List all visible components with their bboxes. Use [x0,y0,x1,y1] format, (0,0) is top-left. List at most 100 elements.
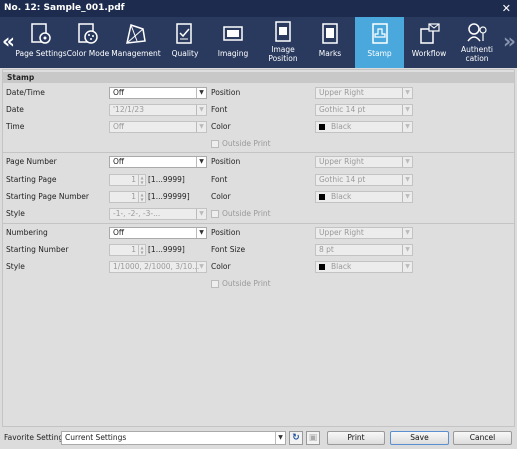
starting-page-stepper[interactable]: 1 ▲ ▼ [109,174,146,186]
chevron-down-icon: ▼ [402,262,412,272]
page-number-select[interactable]: Off ▼ [109,156,207,168]
save-disk-icon[interactable]: ▣ [306,431,320,445]
chevron-down-icon: ▼ [402,157,412,167]
datetime-font-label: Font [211,105,228,114]
chevron-down-icon: ▼ [196,209,206,219]
tab-workflow[interactable]: Workflow [406,17,452,68]
starting-number-range: [1...9999] [148,245,185,254]
chevron-down-icon: ▼ [402,122,412,132]
page-settings-icon [31,23,51,44]
favorite-setting-label: Favorite Setting [4,433,64,442]
numbering-style-label: Style [6,262,25,271]
chevron-down-icon: ▼ [196,157,206,167]
favorite-setting-select[interactable]: Current Settings ▼ [61,431,286,445]
black-swatch [319,264,325,270]
page-number-outside-print-checkbox[interactable]: Outside Print [211,209,271,219]
starting-number-stepper[interactable]: 1 ▲ ▼ [109,244,146,256]
page-number-position-label: Position [211,157,241,166]
page-number-style-select[interactable]: -1-, -2-, -3-... ▼ [109,208,207,220]
starting-page-number-label: Starting Page Number [6,192,89,201]
numbering-position-label: Position [211,228,241,237]
workflow-icon [420,23,440,44]
print-button[interactable]: Print [327,431,385,445]
datetime-position-label: Position [211,88,241,97]
title-bar: No. 12: Sample_001.pdf ✕ [0,0,517,17]
date-select[interactable]: '12/1/23 ▼ [109,104,207,116]
refresh-icon[interactable]: ↻ [289,431,303,445]
chevron-down-icon: ▼ [196,228,206,238]
time-label: Time [6,122,25,131]
datetime-position-select[interactable]: Upper Right ▼ [315,87,413,99]
cancel-button[interactable]: Cancel [453,431,512,445]
scroll-left-icon[interactable]: « [2,31,15,51]
starting-page-label: Starting Page [6,175,57,184]
stamp-panel: Stamp Date/Time Off ▼ Position Upper Righ… [2,69,515,427]
datetime-outside-print-checkbox[interactable]: Outside Print [211,139,271,149]
datetime-label: Date/Time [6,88,45,97]
tab-quality[interactable]: Quality [164,17,206,68]
stepper-arrows-icon[interactable]: ▲ ▼ [138,245,145,255]
tab-page-settings[interactable]: Page Settings [14,17,68,68]
scroll-right-icon[interactable]: » [503,31,516,51]
page-number-position-select[interactable]: Upper Right ▼ [315,156,413,168]
color-mode-icon [78,23,98,44]
imaging-icon [223,26,243,41]
chevron-down-icon: ▼ [196,262,206,272]
tab-management[interactable]: Management [110,17,162,68]
window-title: No. 12: Sample_001.pdf [4,3,125,13]
numbering-fontsize-label: Font Size [211,245,246,254]
chevron-down-icon: ▼ [402,228,412,238]
starting-page-number-stepper[interactable]: 1 ▲ ▼ [109,191,146,203]
page-number-color-label: Color [211,192,231,201]
datetime-select[interactable]: Off ▼ [109,87,207,99]
numbering-position-select[interactable]: Upper Right ▼ [315,227,413,239]
numbering-outside-print-checkbox[interactable]: Outside Print [211,279,271,289]
starting-page-number-range: [1...99999] [148,192,190,201]
tab-authentication[interactable]: Authenti cation [454,17,500,68]
chevron-down-icon: ▼ [196,88,206,98]
datetime-font-select[interactable]: Gothic 14 pt ▼ [315,104,413,116]
tab-imaging[interactable]: Imaging [210,17,256,68]
numbering-select[interactable]: Off ▼ [109,227,207,239]
time-select[interactable]: Off ▼ [109,121,207,133]
starting-number-label: Starting Number [6,245,69,254]
authentication-icon [467,23,487,42]
numbering-color-label: Color [211,262,231,271]
close-icon[interactable]: ✕ [502,0,511,17]
image-position-icon [275,21,291,42]
page-number-font-select[interactable]: Gothic 14 pt ▼ [315,174,413,186]
stepper-arrows-icon[interactable]: ▲ ▼ [138,175,145,185]
tab-color-mode[interactable]: Color Mode [66,17,110,68]
page-number-style-label: Style [6,209,25,218]
tab-image-position[interactable]: Image Position [258,17,308,68]
section-header: Stamp [3,72,514,83]
numbering-style-select[interactable]: 1/1000, 2/1000, 3/10... ▼ [109,261,207,273]
save-button[interactable]: Save [390,431,449,445]
footer-bar: Favorite Setting Current Settings ▼ ↻ ▣ P… [0,428,517,449]
chevron-down-icon: ▼ [196,122,206,132]
category-toolbar: « Page Settings Color Mode Management Qu… [0,17,517,68]
datetime-color-select[interactable]: Black ▼ [315,121,413,133]
tab-stamp[interactable]: Stamp [355,17,404,68]
stepper-arrows-icon[interactable]: ▲ ▼ [138,192,145,202]
checkbox-box [211,280,219,288]
tab-marks[interactable]: Marks [308,17,352,68]
numbering-color-select[interactable]: Black ▼ [315,261,413,273]
starting-page-range: [1...9999] [148,175,185,184]
management-icon [126,24,146,44]
chevron-down-icon: ▼ [275,432,285,444]
datetime-color-label: Color [211,122,231,131]
chevron-down-icon: ▼ [402,88,412,98]
divider [3,223,514,224]
divider [3,152,514,153]
stamp-icon [371,23,388,44]
chevron-down-icon: ▼ [402,192,412,202]
quality-icon [176,23,192,44]
marks-icon [322,23,338,44]
chevron-down-icon: ▼ [402,105,412,115]
checkbox-box [211,210,219,218]
chevron-down-icon: ▼ [196,105,206,115]
black-swatch [319,194,325,200]
page-number-color-select[interactable]: Black ▼ [315,191,413,203]
numbering-fontsize-select[interactable]: 8 pt ▼ [315,244,413,256]
